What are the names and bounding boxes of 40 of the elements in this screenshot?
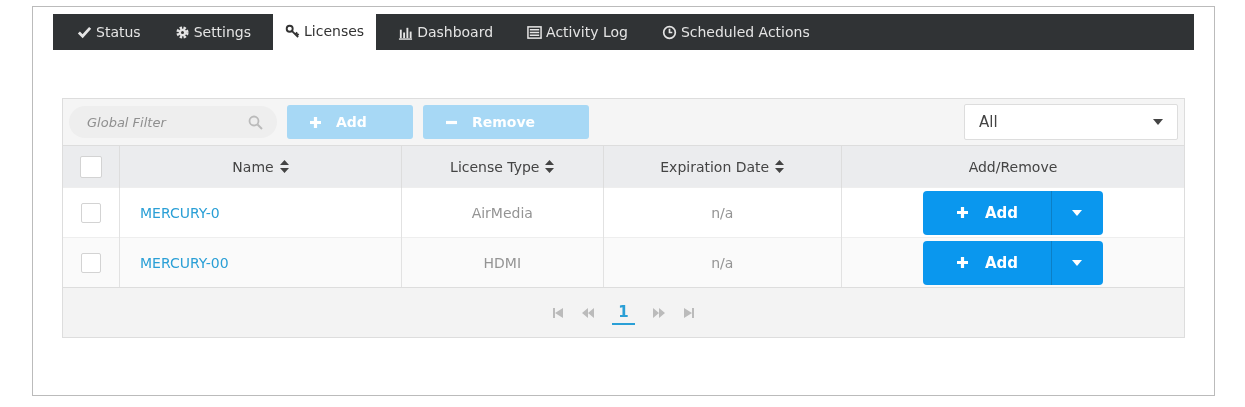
last-page-icon[interactable] bbox=[682, 306, 695, 319]
column-header[interactable]: Expiration Date bbox=[660, 158, 770, 175]
column-header[interactable]: Name bbox=[232, 158, 274, 175]
dropdown-button[interactable] bbox=[1050, 240, 1103, 285]
checkbox[interactable] bbox=[81, 252, 101, 273]
plus-icon bbox=[955, 206, 969, 219]
filter-dropdown[interactable]: All bbox=[964, 104, 1178, 140]
table-cell: n/a bbox=[711, 204, 734, 221]
column-header: Add/Remove bbox=[968, 158, 1058, 175]
tab[interactable]: Status bbox=[65, 14, 153, 50]
sort-icon[interactable] bbox=[545, 159, 555, 173]
search-icon bbox=[248, 115, 263, 130]
caret-icon bbox=[1072, 259, 1083, 266]
plus-icon bbox=[955, 256, 969, 269]
check-icon bbox=[77, 24, 92, 40]
checkbox[interactable] bbox=[80, 155, 102, 178]
table-cell: AirMedia bbox=[471, 204, 533, 221]
clock-icon bbox=[661, 24, 677, 40]
previous-page-icon[interactable] bbox=[582, 306, 595, 319]
column-header[interactable]: License Type bbox=[450, 158, 540, 175]
tab[interactable]: Activity Log bbox=[515, 14, 640, 50]
sort-icon[interactable] bbox=[775, 159, 785, 173]
next-page-icon[interactable] bbox=[652, 306, 665, 319]
table-cell: n/a bbox=[711, 254, 734, 271]
dropdown-button[interactable] bbox=[1050, 190, 1103, 235]
list-icon bbox=[527, 24, 543, 40]
plus-icon bbox=[309, 115, 322, 129]
checkbox[interactable] bbox=[81, 202, 101, 223]
tab[interactable]: Scheduled Actions bbox=[649, 14, 822, 50]
caret-icon bbox=[1153, 119, 1163, 125]
first-page-icon[interactable] bbox=[552, 306, 565, 319]
settings-icon bbox=[174, 24, 190, 40]
caret-icon bbox=[1072, 209, 1083, 216]
table-cell: HDMI bbox=[483, 254, 522, 271]
key-icon bbox=[285, 23, 301, 39]
tab[interactable]: Settings bbox=[162, 14, 264, 50]
tab[interactable]: Licenses bbox=[273, 12, 377, 50]
search-field[interactable]: Global Filter bbox=[69, 106, 277, 138]
sort-icon[interactable] bbox=[279, 159, 289, 173]
tab[interactable]: Dashboard bbox=[386, 14, 506, 50]
